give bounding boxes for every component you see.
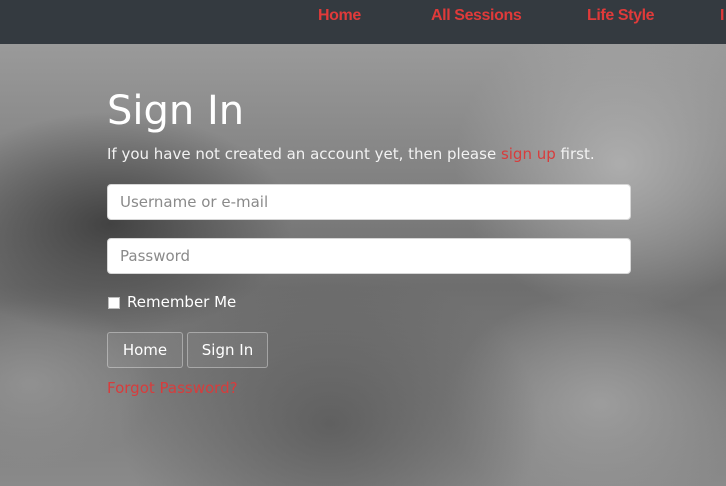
top-navbar: Home All Sessions Life Style I — [0, 0, 726, 44]
nav-life-style[interactable]: Life Style — [587, 7, 655, 25]
nav-all-sessions[interactable]: All Sessions — [431, 7, 522, 25]
forgot-password-link[interactable]: Forgot Password? — [107, 379, 238, 397]
home-button[interactable]: Home — [107, 332, 183, 368]
signup-prompt: If you have not created an account yet, … — [107, 145, 595, 163]
remember-me-label: Remember Me — [127, 293, 237, 311]
signup-prompt-text: If you have not created an account yet, … — [107, 145, 501, 163]
password-input[interactable] — [107, 238, 631, 274]
sign-up-link[interactable]: sign up — [501, 145, 556, 163]
nav-item-truncated[interactable]: I — [720, 7, 724, 25]
signup-prompt-text-end: first. — [555, 145, 595, 163]
remember-me-checkbox[interactable] — [108, 297, 120, 309]
nav-home[interactable]: Home — [318, 7, 361, 25]
sign-in-button[interactable]: Sign In — [187, 332, 268, 368]
page-title: Sign In — [107, 88, 245, 134]
username-input[interactable] — [107, 184, 631, 220]
